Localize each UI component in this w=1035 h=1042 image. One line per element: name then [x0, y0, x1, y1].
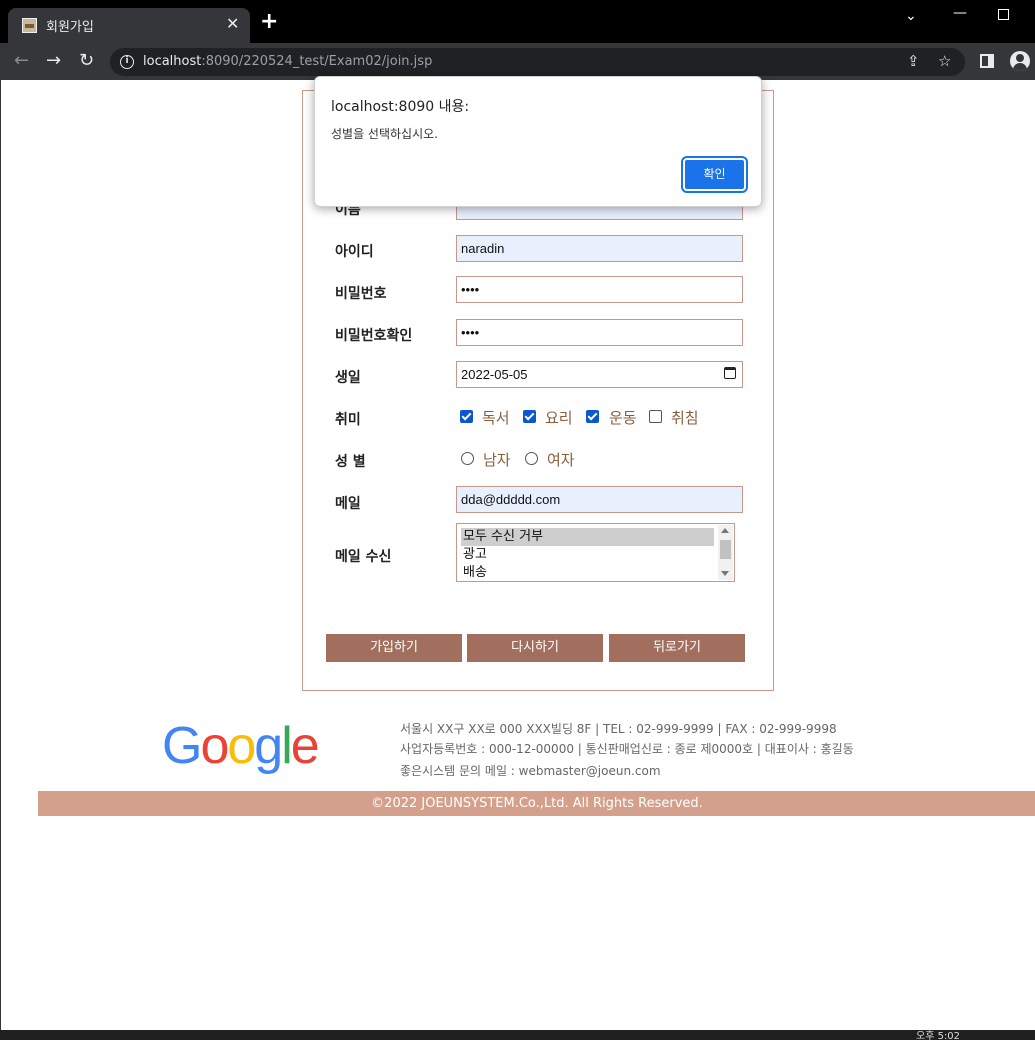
tab-favicon-icon [22, 18, 37, 33]
footer-address: 서울시 XX구 XX로 000 XXX빌딩 8F | TEL : 02-999-… [400, 722, 837, 736]
dialog-message: 성별을 선택하십시오. [331, 127, 438, 141]
side-panel-icon[interactable] [980, 54, 994, 68]
birth-date-input[interactable]: 2022-05-05 [456, 361, 743, 388]
minimize-icon[interactable]: — [953, 5, 967, 21]
email-label: 메일 [335, 496, 361, 512]
hobby-sleep-checkbox[interactable] [649, 410, 662, 423]
hobby-label: 취미 [335, 412, 361, 428]
password-input[interactable]: •••• [456, 276, 743, 303]
maximize-icon[interactable] [998, 9, 1009, 20]
taskbar-clock: 오후 5:02 [916, 1031, 961, 1042]
browser-titlebar: 회원가입 ✕ + ⌄ — [0, 0, 1035, 43]
reset-button[interactable]: 다시하기 [467, 634, 603, 662]
dialog-ok-button[interactable]: 확인 [681, 156, 748, 193]
new-tab-icon[interactable]: + [260, 11, 278, 33]
google-logo: Google [162, 717, 320, 775]
dialog-title: localhost:8090 내용: [331, 99, 470, 115]
join-button[interactable]: 가입하기 [326, 634, 462, 662]
hobby-sleep-label: 취침 [671, 409, 699, 427]
gender-female-radio[interactable] [525, 452, 538, 465]
url-text[interactable]: localhost:8090/220524_test/Exam02/join.j… [143, 54, 432, 69]
gender-label: 성 별 [335, 454, 366, 470]
tab-title: 회원가입 [46, 20, 94, 35]
gender-female-label: 여자 [547, 451, 575, 469]
mail-option-delivery[interactable]: 배송 [461, 564, 714, 581]
star-icon[interactable]: ☆ [938, 53, 951, 69]
scroll-up-icon[interactable] [721, 528, 729, 533]
id-label: 아이디 [335, 244, 374, 260]
birth-date-value: 2022-05-05 [461, 367, 528, 382]
hobby-exercise-label: 운동 [609, 409, 637, 427]
birth-label: 생일 [335, 370, 361, 386]
page-content: 이름 홍길동 아이디 naradin 비밀번호 •••• 비밀번호확인 ••••… [0, 76, 1035, 1030]
back-button[interactable]: 뒤로가기 [609, 634, 745, 662]
copyright-bar: ©2022 JOEUNSYSTEM.Co.,Ltd. All Rights Re… [38, 791, 1035, 816]
scroll-thumb[interactable] [720, 540, 731, 559]
info-icon[interactable]: i [120, 55, 134, 69]
taskbar: 오후 5:02 [0, 1030, 1035, 1042]
forward-arrow-icon[interactable]: → [46, 51, 61, 71]
footer-contact-email: 좋은시스템 문의 메일 : webmaster@joeun.com [400, 764, 661, 778]
hobby-cooking-checkbox[interactable] [523, 410, 536, 423]
footer-business-info: 사업자등록번호 : 000-12-00000 | 통신판매업신로 : 종로 제0… [400, 742, 854, 756]
email-input[interactable]: dda@ddddd.com [456, 486, 743, 513]
reload-icon[interactable]: ↻ [79, 51, 94, 71]
hobby-exercise-checkbox[interactable] [586, 410, 599, 423]
browser-toolbar: ← → ↻ i localhost:8090/220524_test/Exam0… [0, 43, 1035, 80]
mail-receive-listbox[interactable]: 모두 수신 거부 광고 배송 [456, 523, 735, 582]
gender-male-radio[interactable] [461, 452, 474, 465]
password-label: 비밀번호 [335, 286, 387, 302]
mail-option-refuse-all[interactable]: 모두 수신 거부 [461, 528, 714, 546]
alert-dialog: localhost:8090 내용: 성별을 선택하십시오. 확인 [314, 76, 762, 207]
scroll-down-icon[interactable] [721, 571, 729, 576]
profile-icon[interactable] [1010, 51, 1030, 71]
hobby-reading-checkbox[interactable] [460, 410, 473, 423]
browser-tab[interactable]: 회원가입 ✕ [8, 8, 250, 43]
address-bar[interactable]: i localhost:8090/220524_test/Exam02/join… [110, 48, 965, 76]
hobby-reading-label: 독서 [482, 409, 510, 427]
listbox-scrollbar[interactable] [718, 525, 733, 580]
mail-option-ads[interactable]: 광고 [461, 546, 714, 564]
hobby-cooking-label: 요리 [545, 409, 573, 427]
back-arrow-icon[interactable]: ← [14, 51, 29, 71]
gender-male-label: 남자 [483, 451, 511, 469]
id-input[interactable]: naradin [456, 235, 743, 262]
tab-search-chevron-icon[interactable]: ⌄ [905, 8, 917, 24]
mail-receive-label: 메일 수신 [335, 549, 392, 565]
password-confirm-label: 비밀번호확인 [335, 328, 413, 344]
calendar-icon[interactable] [724, 367, 736, 379]
password-confirm-input[interactable]: •••• [456, 319, 743, 346]
share-icon[interactable]: ⇪ [907, 53, 920, 69]
tab-close-icon[interactable]: ✕ [226, 14, 239, 34]
